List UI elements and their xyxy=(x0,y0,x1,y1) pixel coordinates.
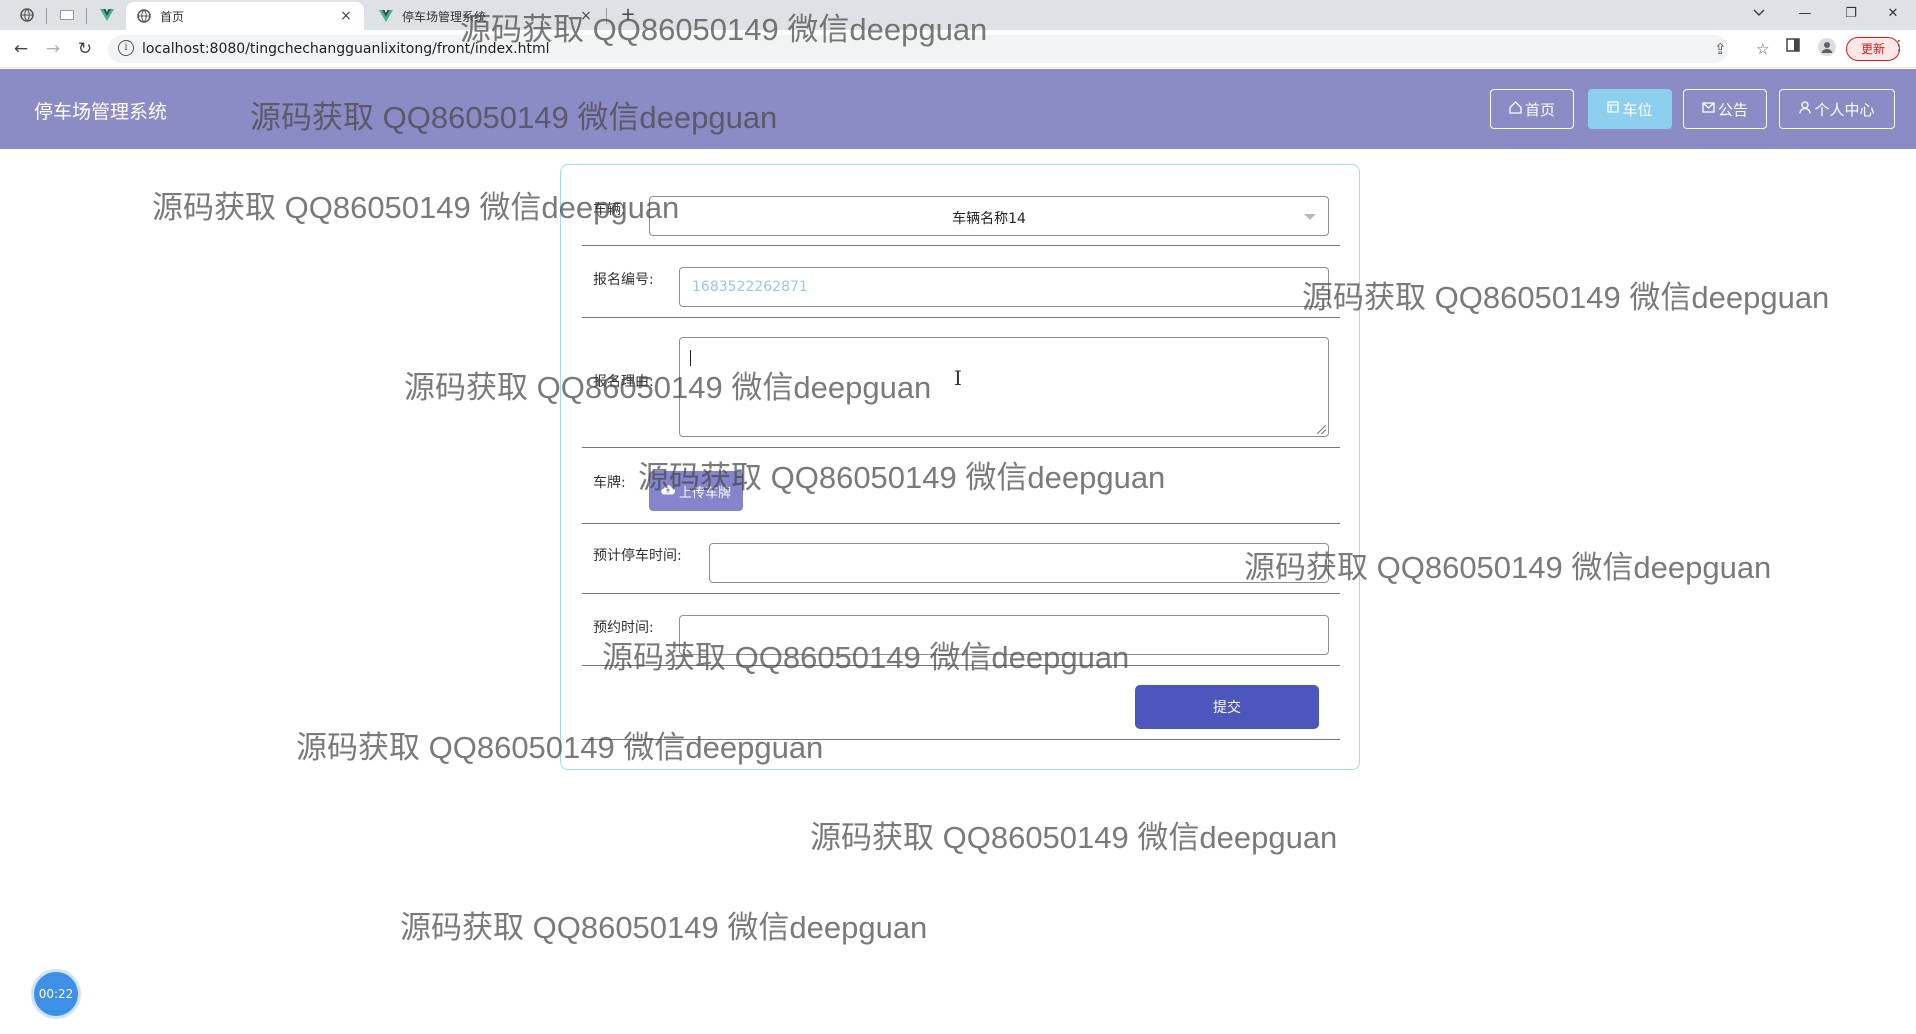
row-divider xyxy=(582,593,1340,594)
cloud-upload-icon xyxy=(661,484,676,499)
minimize-button[interactable]: — xyxy=(1782,0,1828,30)
parking-icon xyxy=(1607,101,1620,117)
back-arrow-icon[interactable]: ← xyxy=(8,36,34,62)
row-divider xyxy=(582,665,1340,666)
globe-icon xyxy=(136,8,152,24)
home-icon xyxy=(1509,100,1522,118)
app-title: 停车场管理系统 xyxy=(34,101,168,123)
app-header: 停车场管理系统 首页 车位 公告 个人中心 xyxy=(0,69,1916,149)
upload-plate-label: 上传车牌 xyxy=(678,485,731,501)
plate-label: 车牌: xyxy=(593,475,626,491)
site-info-icon[interactable]: i xyxy=(118,40,134,56)
nav-parking-button[interactable]: 车位 xyxy=(1588,89,1672,129)
signup-number-field[interactable]: 1683522262871 xyxy=(679,267,1329,307)
row-divider xyxy=(582,245,1340,246)
nav-profile-button[interactable]: 个人中心 xyxy=(1779,89,1895,129)
bookmark-star-icon[interactable]: ☆ xyxy=(1756,40,1769,58)
tab-close-icon[interactable]: × xyxy=(338,8,354,24)
browser-menu-icon[interactable]: ⋮ xyxy=(1892,38,1906,54)
tab-separator xyxy=(606,8,607,24)
address-bar[interactable]: i localhost:8080/tingchechangguanlixiton… xyxy=(108,35,1769,63)
signup-number-label: 报名编号: xyxy=(593,272,654,288)
forward-arrow-icon[interactable]: → xyxy=(40,36,66,62)
nav-home-button[interactable]: 首页 xyxy=(1490,89,1574,129)
side-panel-icon[interactable] xyxy=(1786,38,1800,56)
nav-notice-button[interactable]: 公告 xyxy=(1683,89,1767,129)
watermark: 源码获取 QQ86050149 微信deepguan xyxy=(810,820,1338,855)
url-text: localhost:8080/tingchechangguanlixitong/… xyxy=(142,41,550,57)
row-divider xyxy=(582,739,1340,740)
parking-duration-field[interactable] xyxy=(709,543,1329,583)
browser-toolbar: ← → ↻ i localhost:8080/tingchechangguanl… xyxy=(0,30,1916,68)
watermark: 源码获取 QQ86050149 微信deepguan xyxy=(1302,280,1830,315)
row-divider xyxy=(582,523,1340,524)
recording-timer[interactable]: 00:22 xyxy=(34,972,78,1016)
pinned-tab-blank-icon[interactable] xyxy=(52,0,82,30)
row-divider xyxy=(582,317,1340,318)
reason-label: 报名理由: xyxy=(593,374,654,390)
mail-icon xyxy=(1702,101,1715,117)
vehicle-select-value: 车辆名称14 xyxy=(952,211,1026,227)
tab-parking-system[interactable]: 停车场管理系统 × xyxy=(368,2,604,30)
reload-icon[interactable]: ↻ xyxy=(72,36,98,62)
new-tab-button[interactable]: + xyxy=(616,3,640,27)
pinned-tab-globe-icon[interactable] xyxy=(12,0,42,30)
tab-search-chevron-icon[interactable] xyxy=(1736,0,1782,30)
nav-parking-label: 车位 xyxy=(1622,100,1653,119)
nav-notice-label: 公告 xyxy=(1717,100,1748,119)
nav-profile-label: 个人中心 xyxy=(1814,100,1875,119)
restore-button[interactable]: ❐ xyxy=(1828,0,1874,30)
booking-time-label: 预约时间: xyxy=(593,620,654,636)
nav-home-label: 首页 xyxy=(1524,100,1555,119)
chevron-down-icon xyxy=(1304,214,1316,220)
tab-title: 停车场管理系统 xyxy=(402,9,487,24)
parking-duration-label: 预计停车时间: xyxy=(593,548,682,564)
vue-icon xyxy=(378,8,394,24)
tab-separator xyxy=(86,8,87,24)
share-icon[interactable]: ⇪ xyxy=(1714,40,1727,58)
tab-home[interactable]: 首页 × xyxy=(126,2,364,30)
ibeam-cursor-icon: I xyxy=(954,366,962,390)
browser-tab-strip: 首页 × 停车场管理系统 × + — ❐ ✕ xyxy=(0,0,1916,30)
tab-close-icon[interactable]: × xyxy=(578,8,594,24)
submit-button[interactable]: 提交 xyxy=(1135,685,1319,729)
resize-grip-icon[interactable] xyxy=(1317,425,1326,434)
tab-title: 首页 xyxy=(160,9,185,24)
pinned-tab-vue-icon[interactable] xyxy=(92,0,122,30)
upload-plate-button[interactable]: 上传车牌 xyxy=(649,471,743,511)
row-divider xyxy=(582,447,1340,448)
reason-textarea[interactable] xyxy=(679,337,1329,437)
vehicle-label: 车辆: xyxy=(593,202,626,218)
text-cursor xyxy=(690,350,691,366)
profile-avatar-icon[interactable] xyxy=(1818,38,1836,60)
vehicle-select[interactable]: 车辆名称14 xyxy=(649,196,1329,236)
booking-form-card: 车辆: 车辆名称14 报名编号: 1683522262871 报名理由: 车牌:… xyxy=(560,164,1360,770)
user-icon xyxy=(1799,100,1812,118)
tab-separator xyxy=(46,8,47,24)
booking-time-field[interactable] xyxy=(679,615,1329,655)
watermark: 源码获取 QQ86050149 微信deepguan xyxy=(400,910,928,945)
close-window-button[interactable]: ✕ xyxy=(1870,0,1916,30)
